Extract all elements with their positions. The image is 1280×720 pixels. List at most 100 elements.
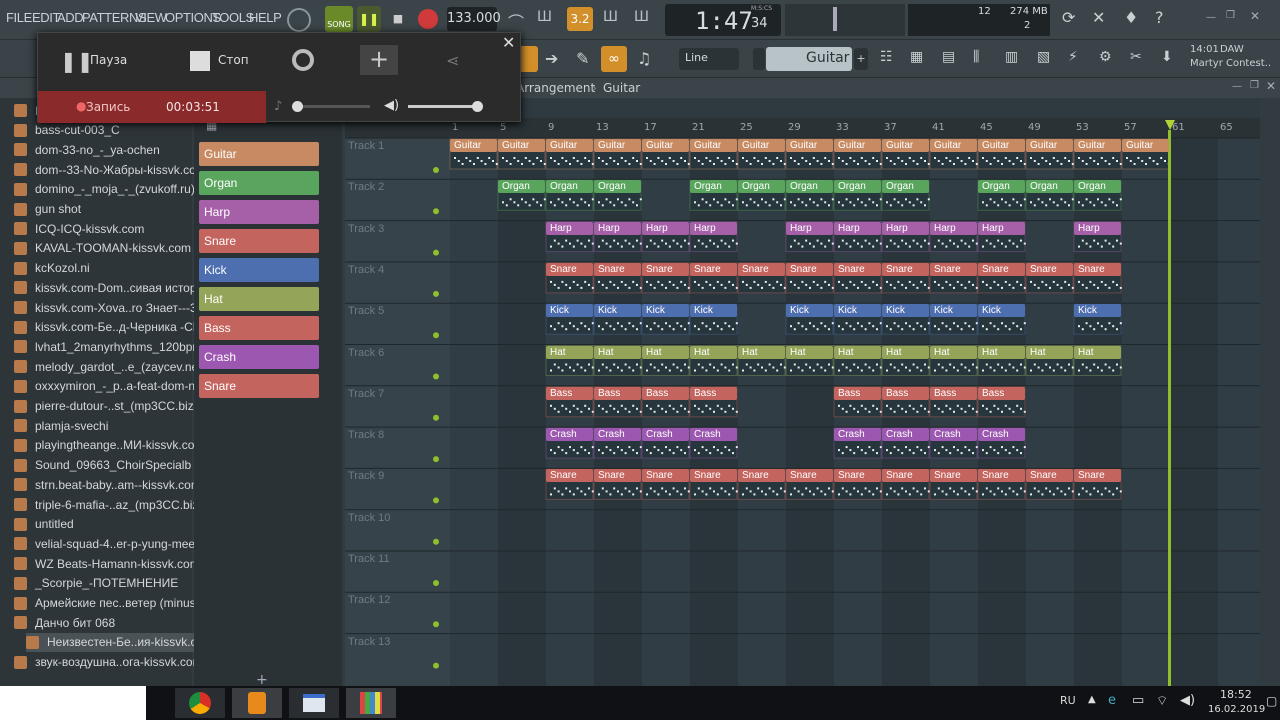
track-mute-led[interactable] bbox=[433, 373, 439, 380]
clip-label[interactable]: Harp bbox=[642, 221, 689, 235]
clip-label[interactable]: Snare bbox=[1026, 262, 1073, 276]
clip-label[interactable]: Kick bbox=[642, 304, 689, 318]
blend-icon[interactable]: Ш bbox=[603, 9, 618, 25]
speaker-icon[interactable]: ◀) bbox=[384, 98, 399, 113]
clip-label[interactable]: Harp bbox=[978, 221, 1025, 235]
download-icon[interactable]: ⬇ bbox=[1161, 49, 1173, 65]
menu-help[interactable]: HELP bbox=[249, 10, 282, 25]
clip-label[interactable]: Snare bbox=[930, 469, 977, 483]
clip-label[interactable]: Kick bbox=[834, 304, 881, 318]
clip-label[interactable]: Harp bbox=[690, 221, 737, 235]
clip-label[interactable]: Guitar bbox=[546, 139, 593, 152]
track-mute-led[interactable] bbox=[433, 621, 439, 628]
add-pattern-button[interactable]: + bbox=[854, 48, 868, 70]
track-label[interactable]: Track 10 bbox=[348, 512, 390, 524]
browser-item[interactable]: dom--33-No-Жабры-kissvk.com bbox=[14, 160, 206, 179]
clip-label[interactable]: Snare bbox=[594, 262, 641, 276]
fl-studio-icon[interactable] bbox=[232, 688, 282, 718]
share-icon[interactable]: ⋖ bbox=[446, 51, 459, 70]
clip-label[interactable]: Snare bbox=[978, 262, 1025, 276]
playlist-maximize-icon[interactable]: ❐ bbox=[1250, 80, 1259, 91]
track-mute-led[interactable] bbox=[433, 249, 439, 256]
view-icon[interactable]: ▦ bbox=[910, 49, 923, 65]
pause-label[interactable]: Пауза bbox=[90, 53, 127, 67]
clock-time[interactable]: 18:52 bbox=[1220, 688, 1252, 701]
track-label[interactable]: Track 12 bbox=[348, 594, 390, 606]
clip-label[interactable]: Guitar bbox=[930, 139, 977, 152]
clip-label[interactable]: Kick bbox=[978, 304, 1025, 318]
stop-button[interactable]: ■ bbox=[386, 6, 410, 32]
track-mute-led[interactable] bbox=[433, 208, 439, 215]
browser-item[interactable]: ICQ-ICQ-kissvk.com bbox=[14, 219, 144, 238]
clip-label[interactable]: Guitar bbox=[642, 139, 689, 152]
clip-label[interactable]: Harp bbox=[882, 221, 929, 235]
clip-label[interactable]: Organ bbox=[978, 180, 1025, 194]
clip-label[interactable]: Organ bbox=[594, 180, 641, 194]
browser-item[interactable]: triple-6-mafia-..az_(mp3CC.biz) bbox=[14, 495, 202, 514]
clip-label[interactable]: Organ bbox=[1074, 180, 1121, 194]
panic-icon[interactable]: ✕ bbox=[1092, 8, 1105, 27]
clip-label[interactable]: Bass bbox=[690, 386, 737, 400]
clip-label[interactable]: Organ bbox=[786, 180, 833, 194]
stop-icon[interactable] bbox=[190, 51, 210, 71]
clip-label[interactable]: Guitar bbox=[738, 139, 785, 152]
clip-label[interactable]: Bass bbox=[642, 386, 689, 400]
channel-rack-icon[interactable]: ▥ bbox=[1005, 49, 1018, 65]
bell-icon[interactable]: ♫ bbox=[637, 49, 651, 68]
clip-label[interactable]: Hat bbox=[978, 345, 1025, 359]
pattern-item[interactable]: Crash bbox=[199, 345, 319, 369]
clip-label[interactable]: Snare bbox=[690, 262, 737, 276]
pattern-item[interactable]: Kick bbox=[199, 258, 319, 282]
clip-label[interactable]: Crash bbox=[930, 428, 977, 442]
add-icon[interactable]: + bbox=[360, 45, 398, 75]
clip-label[interactable]: Snare bbox=[738, 262, 785, 276]
track-label[interactable]: Track 11 bbox=[348, 553, 390, 565]
clip-label[interactable]: Hat bbox=[1026, 345, 1073, 359]
clip-label[interactable]: Hat bbox=[786, 345, 833, 359]
clip-label[interactable]: Snare bbox=[930, 262, 977, 276]
clip-label[interactable]: Hat bbox=[690, 345, 737, 359]
clip-label[interactable]: Snare bbox=[882, 469, 929, 483]
pattern-select[interactable]: Guitar bbox=[766, 47, 852, 71]
song-position-area[interactable] bbox=[785, 4, 905, 36]
clip-label[interactable]: Guitar bbox=[498, 139, 545, 152]
pause-icon[interactable]: ❚❚ bbox=[60, 49, 94, 73]
track-label[interactable]: Track 2 bbox=[348, 181, 384, 193]
clip-label[interactable]: Harp bbox=[930, 221, 977, 235]
clip-label[interactable]: Bass bbox=[978, 386, 1025, 400]
clip-label[interactable]: Snare bbox=[690, 469, 737, 483]
clip-label[interactable]: Bass bbox=[834, 386, 881, 400]
mic-slider-handle[interactable] bbox=[292, 101, 303, 112]
clip-label[interactable]: Organ bbox=[498, 180, 545, 194]
clip-label[interactable]: Bass bbox=[546, 386, 593, 400]
track-mute-led[interactable] bbox=[433, 662, 439, 669]
browser-item[interactable]: Sound_09663_ChoirSpecialb bbox=[14, 456, 191, 475]
metronome-icon[interactable]: ⌒ bbox=[508, 9, 524, 33]
refresh-icon[interactable]: ⟳ bbox=[1062, 8, 1075, 27]
pattern-item[interactable]: Snare bbox=[199, 229, 319, 253]
clip-label[interactable]: Crash bbox=[690, 428, 737, 442]
wifi-icon[interactable]: ⌔ bbox=[1156, 693, 1168, 709]
clip-label[interactable]: Kick bbox=[546, 304, 593, 318]
clip-label[interactable]: Harp bbox=[594, 221, 641, 235]
clip-label[interactable]: Bass bbox=[882, 386, 929, 400]
loop-record-icon[interactable]: Ш bbox=[634, 9, 649, 25]
clock-date[interactable]: 16.02.2019 bbox=[1208, 704, 1265, 715]
clip-label[interactable]: Guitar bbox=[1026, 139, 1073, 152]
clip-label[interactable]: Hat bbox=[546, 345, 593, 359]
clip-label[interactable]: Snare bbox=[1026, 469, 1073, 483]
speaker-volume-slider[interactable] bbox=[408, 101, 483, 112]
clip-label[interactable]: Harp bbox=[786, 221, 833, 235]
breadcrumb-arrangement[interactable]: Arrangement bbox=[516, 81, 595, 95]
browser-item[interactable]: untitled bbox=[14, 515, 74, 534]
speaker-slider-handle[interactable] bbox=[472, 101, 483, 112]
clip-label[interactable]: Hat bbox=[594, 345, 641, 359]
browser-item[interactable]: melody_gardot_..e_(zaycev.net) bbox=[14, 357, 206, 376]
menu-view[interactable]: VIEW bbox=[135, 10, 167, 25]
browser-item[interactable]: strn.beat-baby..am--kissvk.com bbox=[14, 475, 201, 494]
browser-item[interactable]: KAVAL-TOOMAN-kissvk.com bbox=[14, 239, 191, 258]
playlist-minimize-icon[interactable]: — bbox=[1232, 81, 1242, 92]
maximize-icon[interactable]: ❐ bbox=[1226, 10, 1235, 21]
pattern-prev-button[interactable] bbox=[753, 48, 765, 70]
master-pitch-slider[interactable] bbox=[833, 7, 837, 31]
